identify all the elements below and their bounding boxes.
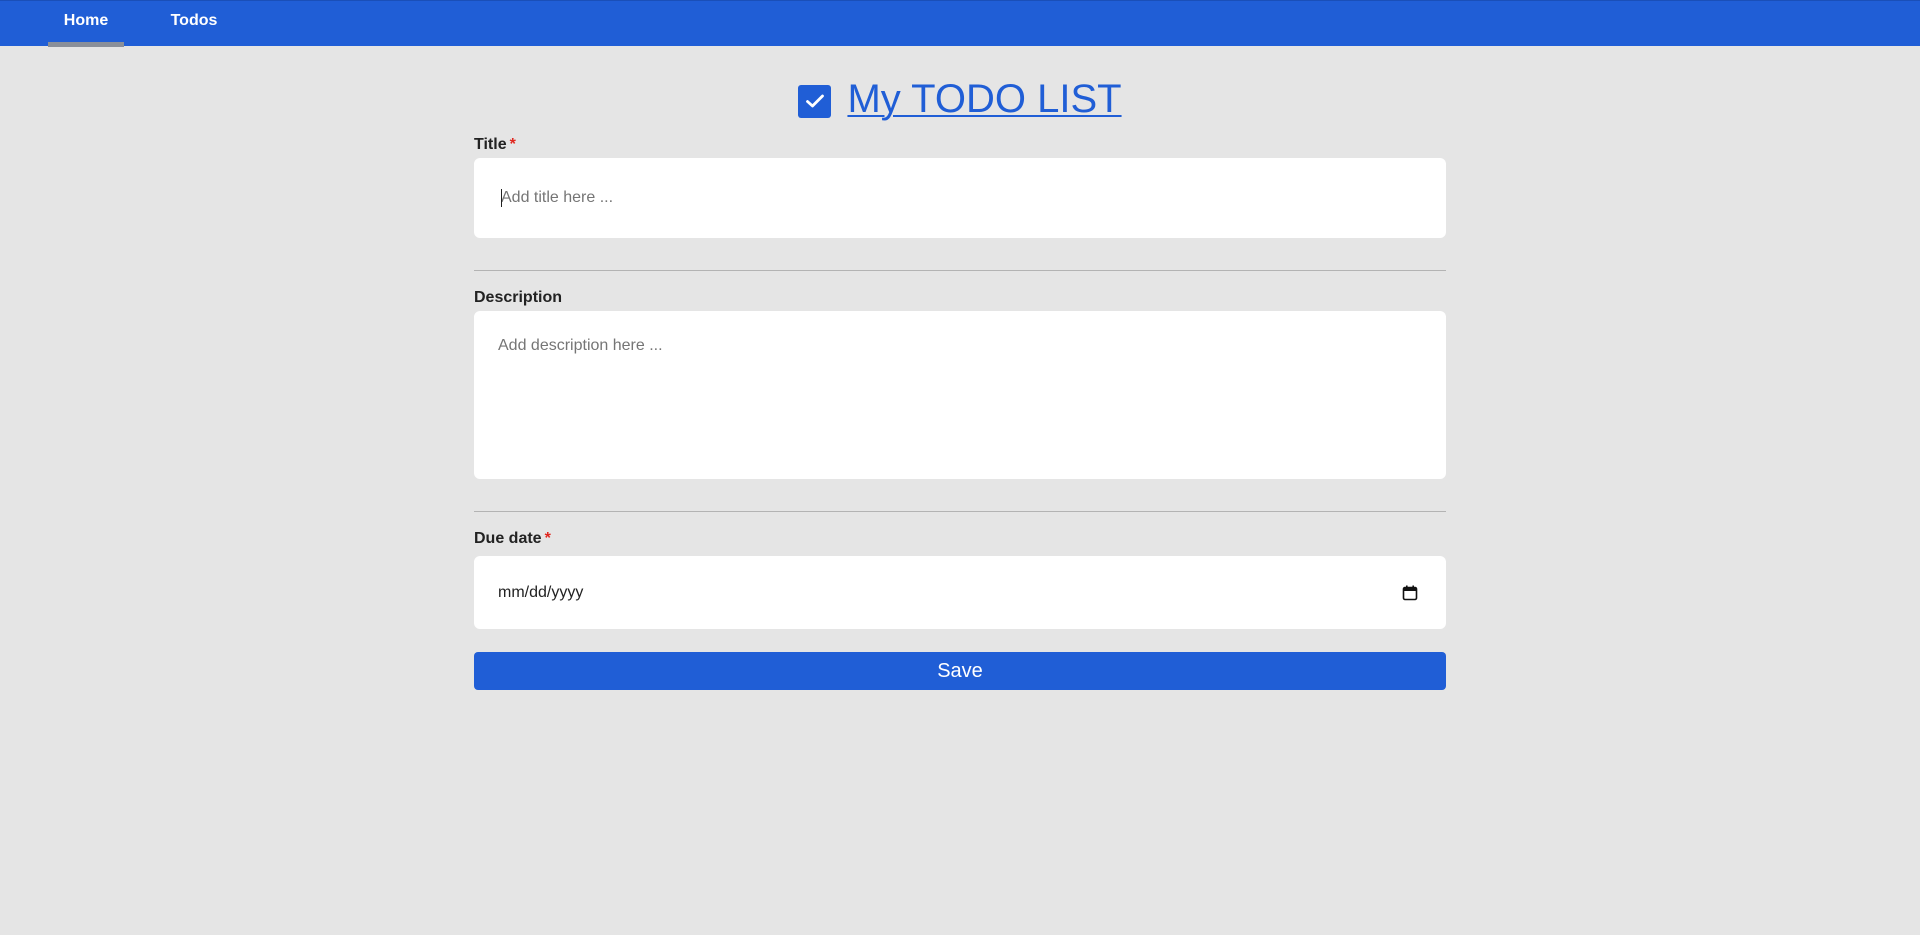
title-input[interactable]: [474, 158, 1446, 238]
description-label-text: Description: [474, 289, 563, 306]
due-date-input[interactable]: mm/dd/yyyy: [474, 556, 1446, 629]
section-divider: [474, 270, 1446, 271]
page-title-link[interactable]: My TODO LIST: [847, 74, 1121, 124]
calendar-icon[interactable]: [1402, 585, 1418, 601]
top-navigation-bar: Home Todos: [0, 0, 1920, 47]
description-label: Description: [474, 289, 562, 307]
due-date-placeholder: mm/dd/yyyy: [498, 583, 584, 601]
checkbox-checked-icon: [798, 84, 832, 118]
nav-tab-todos[interactable]: Todos: [160, 1, 228, 47]
section-divider: [474, 511, 1446, 512]
description-textarea[interactable]: [474, 311, 1446, 479]
required-asterisk: *: [544, 530, 551, 547]
save-button[interactable]: Save: [474, 652, 1446, 690]
description-input-container: [474, 311, 1446, 479]
due-date-label-text: Due date: [474, 530, 542, 547]
text-cursor: [501, 189, 502, 207]
title-input-container: [474, 158, 1446, 238]
due-date-label: Due date *: [474, 530, 551, 548]
title-label: Title *: [474, 136, 516, 154]
title-label-text: Title: [474, 136, 507, 153]
page-heading: My TODO LIST: [0, 74, 1920, 124]
required-asterisk: *: [509, 136, 516, 153]
nav-tab-home[interactable]: Home: [48, 1, 124, 47]
